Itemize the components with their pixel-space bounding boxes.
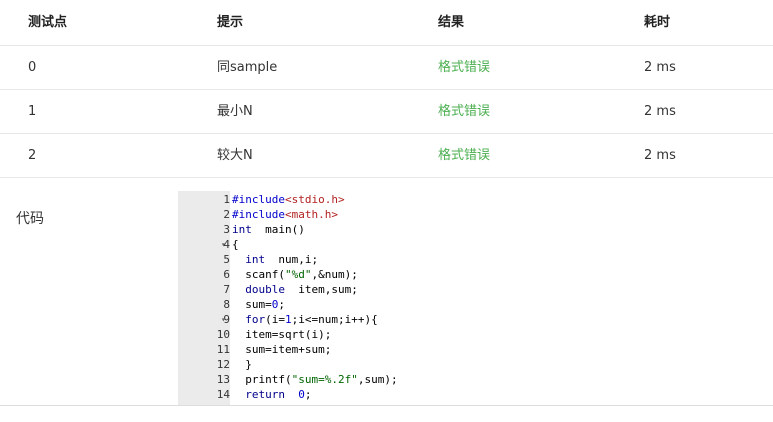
line-number: 6 xyxy=(223,268,230,281)
code-line: 3 int main() xyxy=(178,222,773,237)
code-line: 14 return 0; xyxy=(178,387,773,402)
code-text: #include<stdio.h> xyxy=(232,193,345,206)
code-line: 4 ▾{ xyxy=(178,237,773,252)
line-number: 8 xyxy=(223,298,230,311)
table-row: 2 较大N 格式错误 2 ms xyxy=(0,134,773,178)
code-editor[interactable]: 1 #include<stdio.h> 2 #include<math.h> 3 int … xyxy=(178,191,773,406)
line-number: 3 xyxy=(223,223,230,236)
code-text: int num,i; xyxy=(245,253,319,266)
test-time: 2 ms xyxy=(644,104,676,119)
test-hint: 同sample xyxy=(217,60,278,75)
test-result: 格式错误 xyxy=(438,148,491,163)
table-row: 1 最小N 格式错误 2 ms xyxy=(0,90,773,134)
line-number: 2 xyxy=(223,208,230,221)
code-text: scanf("%d",&num); xyxy=(232,268,358,281)
code-line: 12 } xyxy=(178,357,773,372)
test-result: 格式错误 xyxy=(438,104,491,119)
line-number: 11 xyxy=(216,343,230,356)
code-text: } xyxy=(232,358,252,371)
test-point-id: 1 xyxy=(28,104,37,119)
line-number: 12 xyxy=(216,358,230,371)
fold-toggle-icon[interactable]: ▾ xyxy=(221,312,226,327)
test-results-table: 测试点 提示 结果 耗时 0 同sample 格式错误 2 ms 1 最小N 格… xyxy=(0,0,773,178)
test-hint: 较大N xyxy=(217,148,253,163)
code-line: 5 int num,i; xyxy=(178,252,773,267)
line-number: 7 xyxy=(223,283,230,296)
code-text: printf("sum=%.2f",sum); xyxy=(232,373,398,386)
line-number: 10 xyxy=(216,328,230,341)
code-line: 6 scanf("%d",&num); xyxy=(178,267,773,282)
code-line: 11 sum=item+sum; xyxy=(178,342,773,357)
test-hint: 最小N xyxy=(217,104,253,119)
line-number: 5 xyxy=(223,253,230,266)
fold-toggle-icon[interactable]: ▾ xyxy=(221,237,226,252)
code-text: for(i=1;i<=num;i++){ xyxy=(245,313,378,326)
table-row: 0 同sample 格式错误 2 ms xyxy=(0,46,773,90)
line-number: 14 xyxy=(216,388,230,401)
line-number: 1 xyxy=(223,193,230,206)
table-header: 测试点 提示 结果 耗时 xyxy=(0,0,773,46)
header-test-point: 测试点 xyxy=(28,15,68,30)
code-text: item=sqrt(i); xyxy=(232,328,332,341)
code-line: 1 #include<stdio.h> xyxy=(178,192,773,207)
header-time: 耗时 xyxy=(644,15,671,30)
horizontal-scrollbar[interactable] xyxy=(0,405,773,422)
test-time: 2 ms xyxy=(644,60,676,75)
header-hint: 提示 xyxy=(217,15,244,30)
code-line: 8 sum=0; xyxy=(178,297,773,312)
code-line: 7 double item,sum; xyxy=(178,282,773,297)
code-line: 10 item=sqrt(i); xyxy=(178,327,773,342)
line-number: 13 xyxy=(216,373,230,386)
code-text: double item,sum; xyxy=(245,283,358,296)
code-text: int main() xyxy=(232,223,305,236)
test-point-id: 0 xyxy=(28,60,37,75)
code-text: sum=item+sum; xyxy=(232,343,332,356)
header-result: 结果 xyxy=(438,15,465,30)
code-text: #include<math.h> xyxy=(232,208,338,221)
code-text: sum=0; xyxy=(232,298,285,311)
code-line: 2 #include<math.h> xyxy=(178,207,773,222)
test-time: 2 ms xyxy=(644,148,676,163)
test-point-id: 2 xyxy=(28,148,37,163)
code-line: 9 ▾ for(i=1;i<=num;i++){ xyxy=(178,312,773,327)
code-line: 13 printf("sum=%.2f",sum); xyxy=(178,372,773,387)
test-result: 格式错误 xyxy=(438,60,491,75)
code-text: return 0; xyxy=(245,388,312,401)
code-label: 代码 xyxy=(16,211,44,227)
code-text: { xyxy=(232,238,239,251)
